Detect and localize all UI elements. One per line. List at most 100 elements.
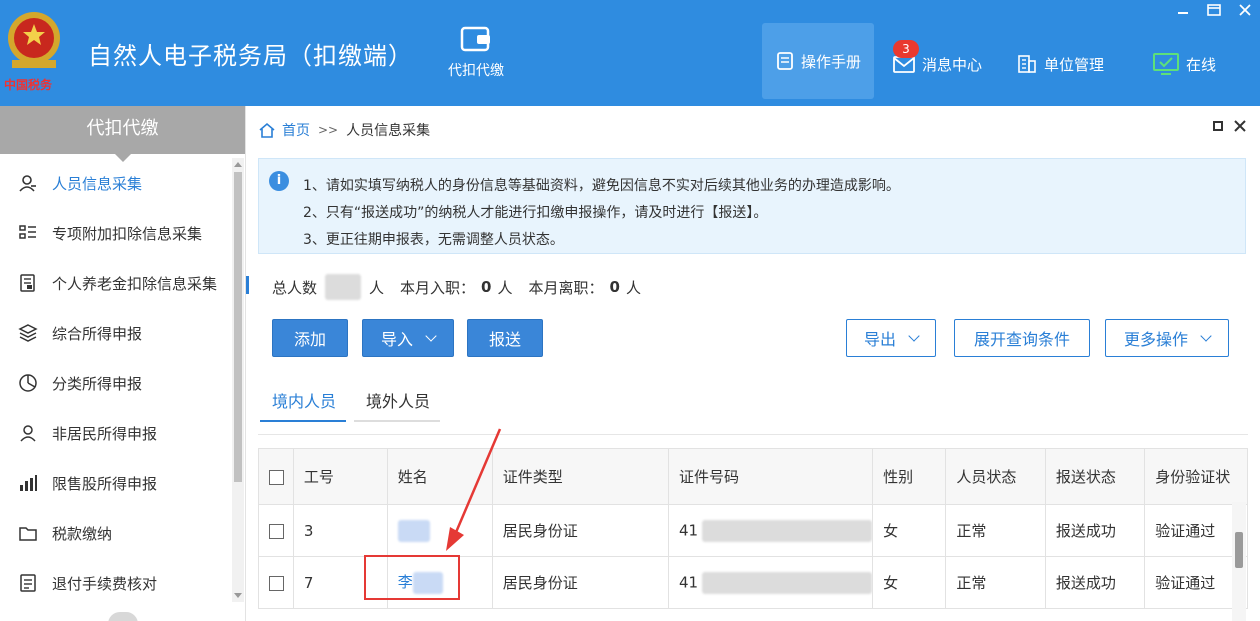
sidebar-item-label: 非居民所得申报 <box>52 424 158 443</box>
breadcrumb: 首页 >> 人员信息采集 <box>258 120 430 140</box>
month-out-unit: 人 <box>625 278 641 297</box>
export-button[interactable]: 导出 <box>846 319 936 357</box>
sidebar-item-label: 综合所得申报 <box>52 324 143 343</box>
id-number-redacted <box>702 571 872 594</box>
employee-stats: 总人数 人 本月入职： 0 人 本月离职： 0 人 <box>246 274 641 300</box>
id-number-cell: 41 <box>667 504 874 557</box>
month-out-value: 0 <box>609 278 620 296</box>
more-actions-label: 更多操作 <box>1123 330 1188 349</box>
tab-overseas[interactable]: 境外人员 <box>354 386 441 422</box>
sidebar: 代扣代缴 人员信息采集 专项附加扣除信息采集 个人养老金扣除信息采集 综合所得申… <box>0 106 246 621</box>
select-all-checkbox[interactable] <box>269 469 284 485</box>
sidebar-item-comprehensive-income[interactable]: 综合所得申报 <box>0 308 232 358</box>
column-header[interactable]: 工号 <box>292 448 388 505</box>
month-in-value: 0 <box>481 278 492 296</box>
close-window-icon[interactable] <box>1234 0 1256 20</box>
id-number-redacted <box>702 519 872 542</box>
add-button[interactable]: 添加 <box>272 319 348 357</box>
scroll-down-icon[interactable] <box>234 593 242 598</box>
id-type-cell: 居民身份证 <box>491 556 669 609</box>
sidebar-item-special-deduction[interactable]: 专项附加扣除信息采集 <box>0 208 232 258</box>
sidebar-item-tax-payment[interactable]: 税款缴纳 <box>0 508 232 558</box>
sidebar-item-label: 个人养老金扣除信息采集 <box>52 274 218 293</box>
column-header[interactable]: 身份验证状 <box>1144 448 1248 505</box>
chevron-down-icon <box>1200 330 1212 342</box>
name-redacted <box>397 519 430 542</box>
top-bar: 中国税务 自然人电子税务局（扣缴端） 代扣代缴 操作手册 消息中心 3 单位管理… <box>0 0 1260 106</box>
sidebar-item-label: 人员信息采集 <box>52 174 143 193</box>
maximize-icon[interactable] <box>1203 0 1225 20</box>
column-header[interactable]: 证件号码 <box>667 448 874 505</box>
submit-status-cell: 报送成功 <box>1044 556 1146 609</box>
restore-panel-icon[interactable] <box>1212 120 1224 136</box>
column-header[interactable]: 人员状态 <box>945 448 1046 505</box>
annotation-arrow <box>446 428 502 551</box>
online-status-label: 在线 <box>1186 55 1217 74</box>
unit-management-button[interactable]: 单位管理 <box>1016 46 1104 82</box>
online-status-button[interactable]: 在线 <box>1152 46 1216 82</box>
document-icon <box>20 274 35 292</box>
sidebar-item-restricted-shares[interactable]: 限售股所得申报 <box>0 458 232 508</box>
nav-daikou-label: 代扣代缴 <box>448 63 504 79</box>
unit-management-label: 单位管理 <box>1044 55 1105 74</box>
add-button-label: 添加 <box>293 330 326 349</box>
layers-icon <box>18 324 38 342</box>
row-checkbox[interactable] <box>269 523 284 539</box>
sidebar-item-person-info[interactable]: 人员信息采集 <box>0 158 232 208</box>
sidebar-item-classified-income[interactable]: 分类所得申报 <box>0 358 232 408</box>
manual-label: 操作手册 <box>800 52 861 71</box>
table-scroll-thumb[interactable] <box>1235 532 1243 568</box>
import-button-label: 导入 <box>380 330 413 349</box>
sidebar-item-nonresident-income[interactable]: 非居民所得申报 <box>0 408 232 458</box>
tax-emblem-logo: 中国税务 <box>2 4 66 96</box>
chevron-down-icon <box>425 330 437 342</box>
notice-panel: i 1、请如实填写纳税人的身份信息等基础资料，避免因信息不实对后续其他业务的办理… <box>258 158 1246 254</box>
id-type-cell: 居民身份证 <box>491 504 669 557</box>
column-header[interactable]: 报送状态 <box>1044 448 1146 505</box>
close-panel-icon[interactable] <box>1234 120 1246 136</box>
chevron-down-icon <box>908 330 920 342</box>
sidebar-item-pension-deduction[interactable]: 个人养老金扣除信息采集 <box>0 258 232 308</box>
scroll-thumb[interactable] <box>234 172 242 482</box>
submit-button[interactable]: 报送 <box>467 319 543 357</box>
home-icon <box>259 122 275 138</box>
sidebar-item-label: 退付手续费核对 <box>52 574 158 593</box>
person-tabs: 境内人员 境外人员 <box>260 386 448 422</box>
sidebar-item-label: 分类所得申报 <box>52 374 143 393</box>
annotation-highlight-box <box>364 555 460 600</box>
submit-button-label: 报送 <box>488 330 521 349</box>
id-number-cell: 41 <box>667 556 874 609</box>
message-count-badge: 3 <box>893 40 919 58</box>
sidebar-item-label: 限售股所得申报 <box>52 474 158 493</box>
row-checkbox[interactable] <box>269 575 284 591</box>
list-icon <box>19 225 36 239</box>
table-row[interactable]: 3 居民身份证 41 女 正常 报送成功 验证通过 <box>258 504 1248 557</box>
sidebar-header: 代扣代缴 <box>0 106 245 162</box>
sidebar-collapse-button[interactable] <box>108 612 138 621</box>
row-checkbox-cell <box>258 556 294 609</box>
status-cell: 正常 <box>945 504 1046 557</box>
scroll-up-icon[interactable] <box>234 162 242 167</box>
breadcrumb-current: 人员信息采集 <box>346 123 431 139</box>
tabs-divider <box>258 434 1248 435</box>
sidebar-item-refund-fee[interactable]: 退付手续费核对 <box>0 558 232 608</box>
sidebar-scrollbar[interactable] <box>232 158 244 602</box>
notice-line-1: 1、请如实填写纳税人的身份信息等基础资料，避免因信息不实对后续其他业务的办理造成… <box>303 178 900 194</box>
status-cell: 正常 <box>945 556 1046 609</box>
pie-icon <box>19 374 37 392</box>
nav-daikou-button[interactable]: 代扣代缴 <box>432 24 520 80</box>
column-header[interactable]: 证件类型 <box>491 448 669 505</box>
total-label: 总人数 <box>272 278 318 297</box>
import-button[interactable]: 导入 <box>362 319 454 357</box>
tab-domestic[interactable]: 境内人员 <box>260 386 347 422</box>
stats-accent-bar <box>246 276 249 294</box>
expand-query-button[interactable]: 展开查询条件 <box>954 319 1090 357</box>
month-in-label: 本月入职： <box>400 278 476 297</box>
more-actions-button[interactable]: 更多操作 <box>1105 319 1229 357</box>
manual-button[interactable]: 操作手册 <box>762 23 874 99</box>
minimize-icon[interactable] <box>1172 0 1194 20</box>
column-header[interactable]: 性别 <box>872 448 947 505</box>
folder-icon <box>19 527 37 541</box>
breadcrumb-home-link[interactable]: 首页 <box>282 120 310 140</box>
table-scrollbar[interactable] <box>1232 502 1246 621</box>
